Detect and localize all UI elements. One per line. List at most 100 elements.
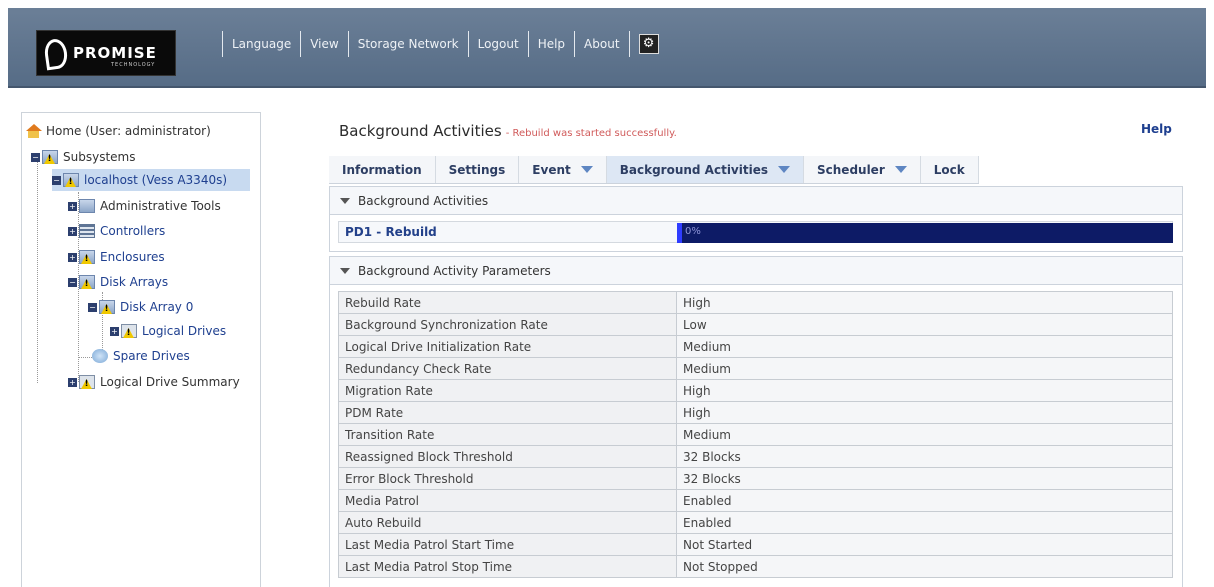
parameter-value: Low [676, 313, 1173, 336]
nav-separator [527, 31, 529, 57]
tree-disk-array-0-label: Disk Array 0 [120, 300, 194, 314]
parameter-name: Transition Rate [338, 423, 677, 446]
parameter-value: High [676, 291, 1173, 314]
tab-label: Event [532, 162, 571, 177]
tab-lock[interactable]: Lock [920, 156, 979, 183]
tree-spare-drives[interactable]: Spare Drives [92, 349, 190, 363]
tree-localhost[interactable]: − localhost (Vess A3340s) [52, 173, 227, 187]
table-row: Rebuild Rate High [338, 291, 1173, 314]
tree-logical-drives[interactable]: + Logical Drives [110, 324, 226, 338]
nav-help[interactable]: Help [538, 37, 565, 51]
tree-admin-tools-label: Administrative Tools [100, 199, 221, 213]
tree-spare-drives-label: Spare Drives [113, 349, 190, 363]
tree-disk-arrays[interactable]: − Disk Arrays [68, 275, 168, 289]
tree-localhost-label: localhost (Vess A3340s) [84, 173, 228, 187]
table-row: Transition Rate Medium [338, 423, 1173, 446]
tab-label: Lock [933, 162, 965, 177]
tab-background-activities[interactable]: Background Activities [606, 156, 804, 183]
table-row: PDM Rate High [338, 401, 1173, 424]
activity-label[interactable]: PD1 - Rebuild [345, 225, 437, 239]
table-row: Redundancy Check Rate Medium [338, 357, 1173, 380]
subsystem-warning-icon [42, 150, 58, 164]
tree-enclosures[interactable]: + Enclosures [68, 250, 165, 264]
tree-subsystems-label: Subsystems [63, 150, 136, 164]
promise-logo: PROMISE TECHNOLOGY [36, 30, 176, 76]
logo-ring-icon [43, 37, 69, 71]
tab-label: Information [342, 162, 422, 177]
parameter-name: Background Synchronization Rate [338, 313, 677, 336]
section-header[interactable]: Background Activity Parameters [330, 257, 1182, 285]
tree-subsystems[interactable]: − Subsystems [31, 150, 135, 164]
collapse-icon[interactable]: − [68, 277, 77, 287]
section-header[interactable]: Background Activities [330, 187, 1182, 215]
tab-event[interactable]: Event [519, 156, 607, 183]
tree-home[interactable]: Home (User: administrator) [26, 124, 211, 138]
table-row: Migration Rate High [338, 379, 1173, 402]
enclosure-warning-icon [79, 250, 95, 264]
parameter-value: 32 Blocks [676, 467, 1173, 490]
settings-gear-icon[interactable]: ⚙ [638, 34, 659, 54]
nav-about[interactable]: About [584, 37, 619, 51]
nav-view[interactable]: View [310, 37, 338, 51]
collapse-triangle-icon[interactable] [340, 267, 350, 274]
page-title: Background Activities - Rebuild was start… [339, 122, 677, 140]
dropdown-arrow-icon[interactable] [894, 166, 907, 173]
nav-separator [628, 31, 630, 57]
page-title-text: Background Activities [339, 122, 502, 140]
tree-connector [37, 160, 38, 383]
parameter-name: Auto Rebuild [338, 511, 677, 534]
nav-storage-network[interactable]: Storage Network [358, 37, 459, 51]
tab-information[interactable]: Information [329, 156, 436, 183]
subsystem-warning-icon [63, 173, 79, 187]
collapse-icon[interactable]: − [52, 175, 61, 185]
tree-disk-arrays-label: Disk Arrays [100, 275, 169, 289]
tree-disk-array-0[interactable]: − Disk Array 0 [88, 300, 193, 314]
tab-label: Background Activities [619, 162, 768, 177]
parameter-value: Not Started [676, 533, 1173, 556]
logical-drive-warning-icon [79, 375, 95, 389]
progress-text: 0% [685, 226, 701, 237]
collapse-triangle-icon[interactable] [340, 197, 350, 204]
nav-logout[interactable]: Logout [478, 37, 519, 51]
parameter-name: Redundancy Check Rate [338, 357, 677, 380]
collapse-icon[interactable]: − [31, 152, 40, 162]
expand-icon[interactable]: + [68, 201, 77, 211]
table-row: Last Media Patrol Stop Time Not Stopped [338, 555, 1173, 578]
parameter-value: High [676, 401, 1173, 424]
table-row: Logical Drive Initialization Rate Medium [338, 335, 1173, 358]
table-row: Background Synchronization Rate Low [338, 313, 1173, 336]
tree-logical-drive-summary[interactable]: + Logical Drive Summary [68, 375, 240, 389]
dropdown-arrow-icon[interactable] [580, 166, 593, 173]
parameter-value: Medium [676, 335, 1173, 358]
tab-scheduler[interactable]: Scheduler [804, 156, 921, 183]
section-title: Background Activity Parameters [358, 263, 551, 278]
expand-icon[interactable]: + [68, 377, 77, 387]
table-row: Reassigned Block Threshold 32 Blocks [338, 445, 1173, 468]
nav-separator [467, 31, 469, 57]
parameter-value: Enabled [676, 489, 1173, 512]
parameter-name: Error Block Threshold [338, 467, 677, 490]
expand-icon[interactable]: + [110, 326, 119, 336]
parameter-value: Medium [676, 357, 1173, 380]
logical-drive-warning-icon [121, 324, 137, 338]
tree-controllers[interactable]: + Controllers [68, 224, 165, 238]
nav-language[interactable]: Language [232, 37, 291, 51]
section-title: Background Activities [358, 193, 489, 208]
top-header: PROMISE TECHNOLOGY Language View Storage… [8, 8, 1206, 88]
tree-logical-drives-label: Logical Drives [142, 324, 227, 338]
expand-icon[interactable]: + [68, 226, 77, 236]
table-row: Last Media Patrol Start Time Not Started [338, 533, 1173, 556]
tab-settings[interactable]: Settings [435, 156, 520, 183]
controller-icon [79, 224, 95, 238]
parameter-name: Media Patrol [338, 489, 677, 512]
tree-administrative-tools[interactable]: + Administrative Tools [68, 199, 221, 213]
progress-fill [677, 223, 682, 243]
help-link[interactable]: Help [1141, 122, 1172, 136]
expand-icon[interactable]: + [68, 252, 77, 262]
nav-separator [574, 31, 576, 57]
dropdown-arrow-icon[interactable] [778, 166, 790, 173]
collapse-icon[interactable]: − [88, 302, 97, 312]
background-activities-section: Background Activities PD1 - Rebuild 0% [329, 186, 1183, 252]
parameters-table: Rebuild Rate High Background Synchronizati… [338, 291, 1173, 578]
table-row: Auto Rebuild Enabled [338, 511, 1173, 534]
